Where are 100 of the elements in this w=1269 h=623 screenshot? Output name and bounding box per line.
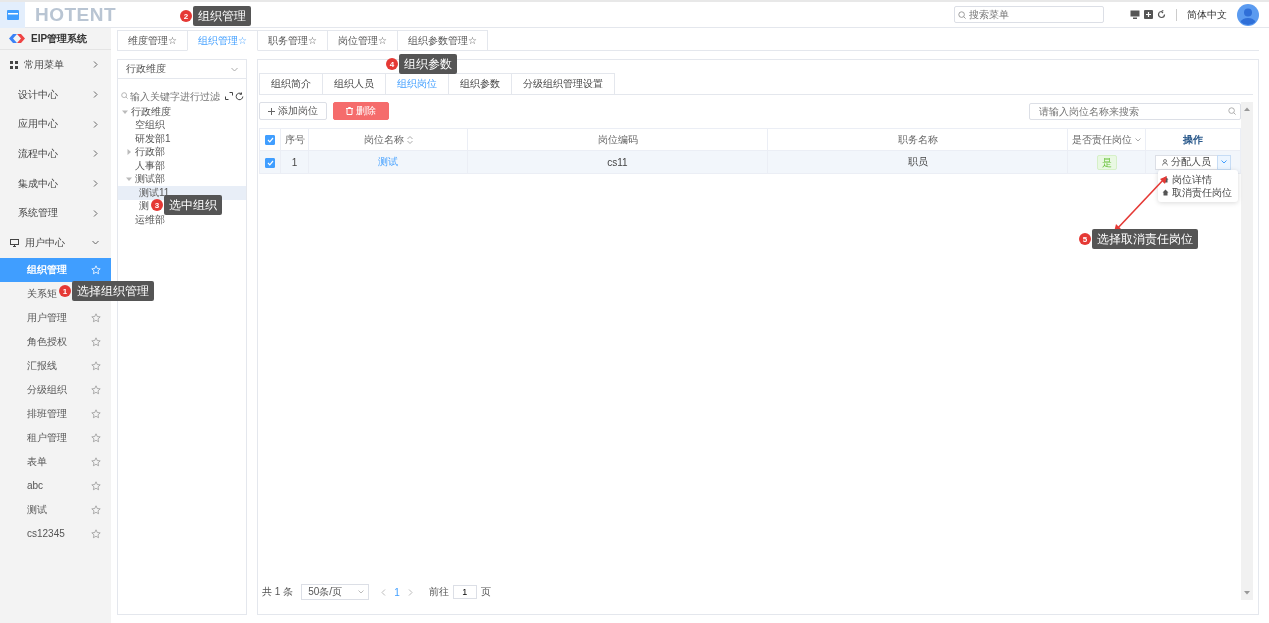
tree-node[interactable]: 人事部: [118, 159, 246, 173]
callout-tooltip: 选中组织: [164, 195, 222, 215]
language-selector[interactable]: 简体中文: [1187, 7, 1227, 22]
column-header: 岗位名称: [363, 132, 404, 147]
checkbox[interactable]: [265, 135, 275, 146]
tab[interactable]: 组织简介: [259, 73, 323, 94]
goto-label: 前往: [428, 585, 449, 599]
checkbox[interactable]: [265, 157, 275, 168]
caret-icon[interactable]: [1135, 137, 1141, 142]
chevron-right-icon: [92, 180, 99, 188]
tree-node[interactable]: 运维部: [118, 213, 246, 227]
menu-item[interactable]: 用户中心: [0, 228, 111, 258]
star-icon: [91, 528, 101, 539]
chevron-right-icon: [92, 120, 99, 128]
scrollbar[interactable]: [1241, 102, 1253, 600]
menu-item[interactable]: 租户管理: [0, 425, 111, 450]
star-icon: [91, 480, 101, 491]
avatar-icon[interactable]: [1237, 3, 1259, 26]
assign-button[interactable]: 分配人员: [1155, 154, 1218, 170]
sort-icon[interactable]: [406, 135, 413, 144]
pointer-arrow: [1114, 176, 1167, 232]
tree-node[interactable]: 研发部1: [118, 132, 246, 146]
logo: HOTENT: [35, 3, 117, 26]
menu-item[interactable]: 分级组织: [0, 377, 111, 402]
star-icon: [91, 360, 101, 371]
chevron-right-icon: [92, 61, 99, 69]
menu-item[interactable]: abc: [0, 473, 111, 498]
total-count: 共 1 条: [262, 585, 294, 599]
status-tag: 是: [1096, 154, 1117, 170]
star-icon: [91, 504, 101, 515]
menu-item[interactable]: 表单: [0, 449, 111, 474]
tree-node[interactable]: 空组织: [118, 118, 246, 132]
search-field[interactable]: 搜索菜单: [954, 6, 1104, 23]
menu-item[interactable]: 汇报线: [0, 353, 111, 378]
table-cell: cs11: [607, 156, 628, 168]
tree-node[interactable]: 行政维度: [118, 105, 246, 119]
chevron-down-icon: [92, 239, 99, 247]
page-input[interactable]: 1: [452, 585, 477, 599]
callout-tooltip: 组织参数: [399, 54, 457, 74]
search-icon: [958, 10, 966, 19]
star-icon: [91, 384, 101, 395]
callout-tooltip: 选择取消责任岗位: [1092, 229, 1198, 249]
scroll-down-icon[interactable]: [1244, 591, 1250, 595]
dimension-select[interactable]: 行政维度: [118, 60, 246, 79]
add-button[interactable]: 添加岗位: [259, 102, 327, 120]
menu-item[interactable]: 常用菜单: [0, 50, 111, 80]
expand-icon[interactable]: [225, 92, 233, 100]
tab[interactable]: 分级组织管理设置: [511, 73, 615, 94]
caret-icon: [122, 108, 128, 115]
dropdown-button[interactable]: [1217, 154, 1231, 170]
page-size-select[interactable]: 50条/页: [301, 584, 370, 600]
search-icon: [1228, 107, 1236, 115]
monitor-icon[interactable]: [1130, 10, 1140, 19]
refresh-icon[interactable]: [1157, 10, 1166, 19]
step-badge: 2: [180, 10, 192, 22]
column-header: 操作: [1183, 132, 1203, 147]
app-title: EIP管理系统: [31, 31, 88, 46]
chevron-right-icon: [92, 209, 99, 217]
refresh-icon[interactable]: [235, 91, 244, 101]
menu-item[interactable]: 集成中心: [0, 168, 111, 199]
menu-item[interactable]: 用户管理: [0, 305, 111, 330]
fullscreen-icon[interactable]: [1144, 10, 1153, 19]
caret-icon: [126, 149, 132, 156]
star-icon: [91, 264, 101, 275]
step-badge: 3: [151, 199, 163, 211]
tab[interactable]: 组织参数管理☆: [396, 30, 488, 50]
menu-item[interactable]: 流程中心: [0, 139, 111, 169]
column-header: 是否责任岗位: [1072, 132, 1132, 147]
tree-node[interactable]: 行政部: [118, 145, 246, 159]
person-icon: [1162, 158, 1169, 166]
star-icon: [91, 456, 101, 467]
menu-item[interactable]: 取消责任岗位: [1158, 186, 1238, 199]
star-icon: [91, 408, 101, 419]
callout-tooltip: 选择组织管理: [72, 281, 154, 301]
page-suffix: 页: [480, 585, 491, 599]
star-icon: [91, 312, 101, 323]
next-icon[interactable]: [407, 588, 413, 596]
monitor-icon: [10, 238, 19, 247]
previous-icon[interactable]: [381, 588, 387, 596]
column-header: 职务名称: [897, 132, 938, 147]
caret-icon: [358, 590, 365, 594]
menu-item[interactable]: 测试: [0, 497, 111, 522]
star-icon: [91, 336, 101, 347]
scroll-up-icon[interactable]: [1244, 107, 1250, 111]
menu-button[interactable]: [0, 1, 25, 28]
menu-item[interactable]: 角色授权: [0, 329, 111, 354]
trash-icon: [346, 107, 353, 115]
table-cell: 职员: [907, 156, 928, 167]
logo-icon: [9, 34, 25, 43]
search-icon: [121, 92, 128, 99]
search-field[interactable]: 请输入岗位名称来搜索: [1029, 102, 1241, 120]
menu-item[interactable]: cs12345: [0, 521, 111, 546]
menu-item[interactable]: 排班管理: [0, 401, 111, 426]
menu-item[interactable]: 设计中心: [0, 79, 111, 110]
menu-item[interactable]: 系统管理: [0, 198, 111, 229]
menu-item[interactable]: 应用中心: [0, 109, 111, 140]
tree-node[interactable]: 测试部: [118, 172, 246, 186]
caret-icon: [1221, 160, 1227, 164]
step-badge: 4: [386, 58, 398, 70]
step-badge: 5: [1079, 233, 1091, 245]
